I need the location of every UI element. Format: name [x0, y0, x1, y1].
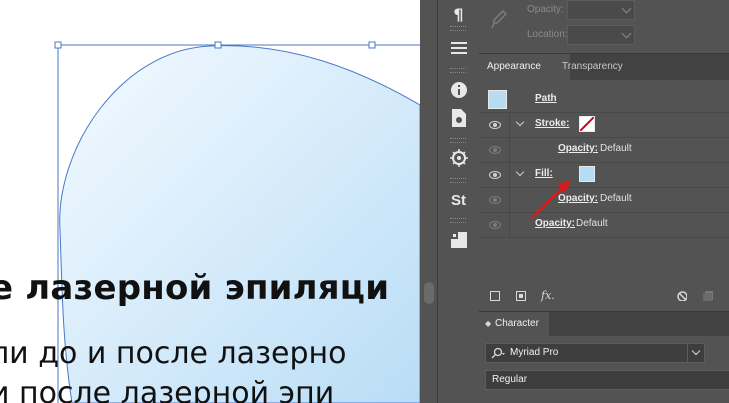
tab-character[interactable]: ◆ Character [479, 312, 549, 336]
gradient-opacity-label: Opacity: [527, 4, 564, 15]
stroke-label[interactable]: Stroke: [535, 118, 569, 129]
panel-divider[interactable] [420, 0, 437, 403]
stroke-opacity-label[interactable]: Opacity: [558, 143, 598, 154]
gradient-opacity-row: Opacity: [479, 0, 729, 29]
character-panel-header: ◆ Character [479, 311, 729, 336]
row-separator [509, 162, 510, 187]
gradient-location-field[interactable] [567, 25, 635, 45]
fill-swatch[interactable] [579, 166, 595, 182]
chevron-down-icon[interactable] [515, 167, 525, 177]
navigator-wheel-icon[interactable] [438, 144, 479, 172]
add-fill-icon[interactable] [516, 291, 526, 301]
row-separator [509, 212, 510, 237]
appearance-stroke-opacity-row[interactable]: Opacity: Default [479, 137, 729, 163]
character-tab-label: Character [495, 318, 539, 329]
gradient-location-label: Location: [527, 29, 568, 40]
eye-icon[interactable] [489, 196, 501, 204]
search-icon [491, 347, 505, 359]
annotation-arrow [530, 180, 571, 219]
row-separator [509, 112, 510, 137]
appearance-bottom-bar: fx. [479, 284, 729, 310]
document-info-icon[interactable] [438, 104, 479, 132]
gradient-opacity-field[interactable] [567, 0, 635, 20]
appearance-tabs: Appearance Transparency [479, 53, 729, 80]
stroke-opacity-value: Default [600, 143, 632, 154]
document-body-line-2: и после лазерной эпи [0, 376, 335, 403]
row-separator [509, 137, 510, 162]
bbox-handle-top-right [368, 41, 376, 49]
bbox-handle-top-middle [214, 41, 222, 49]
document-body-line-1: ли до и после лазерно [0, 336, 347, 371]
collapse-icon[interactable]: ◆ [485, 312, 491, 336]
chevron-down-icon[interactable] [515, 117, 525, 127]
opacity-value: Default [576, 218, 608, 229]
duplicate-item-icon[interactable] [703, 291, 713, 301]
eye-icon[interactable] [489, 171, 501, 179]
stroke-swatch[interactable] [579, 116, 595, 132]
clear-appearance-icon[interactable] [677, 291, 687, 301]
bbox-handle-top-left [54, 41, 62, 49]
gradient-location-row: Location: [479, 25, 729, 49]
grip-icon[interactable] [450, 68, 466, 73]
fx-icon[interactable]: fx. [541, 290, 555, 301]
row-separator [509, 187, 510, 212]
properties-panel: Opacity: Location: Appearance Transparen… [479, 0, 729, 403]
add-stroke-icon[interactable] [490, 291, 500, 301]
font-family-field[interactable]: Myriad Pro [485, 343, 705, 363]
appearance-opacity-row[interactable]: Opacity: Default [479, 212, 729, 238]
grip-icon[interactable] [450, 138, 466, 143]
document-heading: е лазерной эпиляци [0, 268, 390, 308]
path-label: Path [535, 93, 557, 104]
grip-icon[interactable] [450, 178, 466, 183]
path-thumbnail [488, 90, 507, 109]
appearance-fill-row[interactable]: Fill: [479, 162, 729, 188]
appearance-fill-opacity-row[interactable]: Opacity: Default [479, 187, 729, 213]
appearance-path-row[interactable]: Path [479, 87, 729, 113]
eye-icon[interactable] [489, 146, 501, 154]
eye-icon[interactable] [489, 121, 501, 129]
library-icon[interactable] [438, 226, 479, 254]
appearance-stroke-row[interactable]: Stroke: [479, 112, 729, 138]
font-style-field[interactable]: Regular [485, 370, 729, 390]
stock-icon[interactable]: St [438, 186, 479, 214]
fill-opacity-value: Default [600, 193, 632, 204]
tab-transparency[interactable]: Transparency [554, 54, 631, 80]
paragraph-icon[interactable]: ¶ [438, 0, 479, 28]
chevron-down-icon [691, 346, 701, 356]
font-family-value: Myriad Pro [510, 347, 559, 358]
scroll-handle[interactable] [424, 282, 434, 304]
font-style-value: Regular [492, 374, 528, 385]
grip-icon[interactable] [450, 26, 466, 31]
eye-icon[interactable] [489, 221, 501, 229]
menu-icon[interactable] [438, 34, 479, 62]
font-family-dropdown[interactable] [687, 344, 704, 362]
document-canvas[interactable]: е лазерной эпиляци ли до и после лазерно… [0, 0, 420, 403]
panel-icon-strip: ¶ St [437, 0, 480, 403]
info-icon[interactable] [438, 76, 479, 104]
grip-icon[interactable] [450, 218, 466, 223]
